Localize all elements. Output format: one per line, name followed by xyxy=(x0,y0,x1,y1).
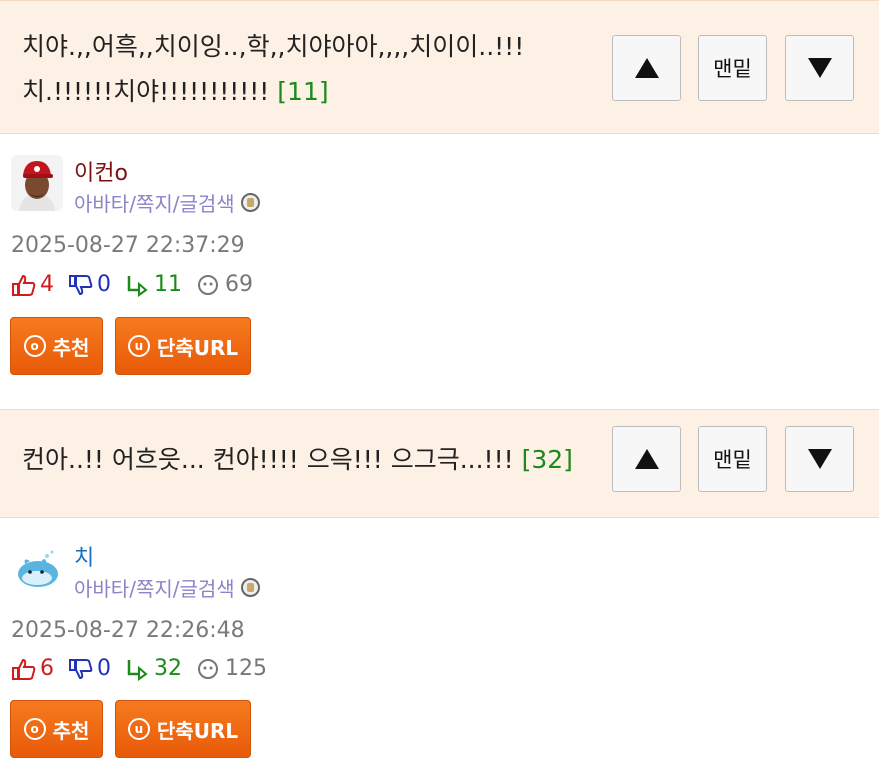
avatar[interactable] xyxy=(11,542,63,598)
post-title-line-1: 치야.,,어흑,,치이잉..,학,,치야아아,,,,치이이..!!! xyxy=(22,32,525,61)
circle-o-icon: o xyxy=(23,335,46,357)
thumbs-down-icon xyxy=(69,658,93,679)
upvote-count: 6 xyxy=(40,656,54,681)
post-title-line-1: 컨아..!! 어흐읏... 컨아!!!! 으윽!!! 으그극...!!! xyxy=(22,445,514,474)
view-stat: 125 xyxy=(196,656,267,681)
triangle-up-icon xyxy=(634,58,659,78)
scroll-up-button[interactable] xyxy=(612,35,681,101)
short-url-button[interactable]: u 단축URL xyxy=(115,317,251,375)
circle-o-icon: o xyxy=(23,718,46,740)
reply-stat-count: 32 xyxy=(154,656,182,681)
circle-u-icon: u xyxy=(127,718,150,740)
triangle-down-icon xyxy=(807,449,832,469)
downvote-count: 0 xyxy=(97,656,111,681)
user-links-text: 아바타/쪽지/글검색 xyxy=(74,192,235,216)
post-title[interactable]: 컨아..!! 어흐읏... 컨아!!!! 으윽!!! 으그극...!!! [32… xyxy=(22,437,592,482)
reply-stat-count: 11 xyxy=(154,272,182,297)
post-datetime: 2025-08-27 22:26:48 xyxy=(11,618,245,643)
thumbs-up-icon xyxy=(12,274,36,296)
username[interactable]: 치 xyxy=(74,540,94,572)
avatar[interactable] xyxy=(11,155,63,211)
upvote-stat: 4 xyxy=(11,272,54,297)
post-title-bar: 치야.,,어흑,,치이잉..,학,,치야아아,,,,치이이..!!! 치.!!!… xyxy=(0,0,879,134)
downvote-stat: 0 xyxy=(68,272,111,297)
go-bottom-button[interactable]: 맨밑 xyxy=(698,35,767,101)
reply-stat: 11 xyxy=(125,272,182,297)
lock-icon xyxy=(240,193,260,212)
scroll-up-button[interactable] xyxy=(612,426,681,492)
go-bottom-button[interactable]: 맨밑 xyxy=(698,426,767,492)
post-title[interactable]: 치야.,,어흑,,치이잉..,학,,치야아아,,,,치이이..!!! 치.!!!… xyxy=(22,24,592,114)
recommend-button[interactable]: o 추천 xyxy=(10,700,103,758)
downvote-count: 0 xyxy=(97,272,111,297)
reply-stat: 32 xyxy=(125,656,182,681)
recommend-label: 추천 xyxy=(52,718,90,743)
recommend-label: 추천 xyxy=(52,335,90,360)
thumbs-up-icon xyxy=(12,658,36,680)
post-stats: 6 0 32 125 xyxy=(11,656,281,681)
user-links[interactable]: 아바타/쪽지/글검색 xyxy=(74,188,260,217)
upvote-stat: 6 xyxy=(11,656,54,681)
post-datetime: 2025-08-27 22:37:29 xyxy=(11,233,245,258)
reply-arrow-icon xyxy=(127,659,148,681)
scroll-down-button[interactable] xyxy=(785,426,854,492)
circle-u-icon: u xyxy=(127,335,150,357)
username[interactable]: 이컨o xyxy=(74,155,128,187)
reply-arrow-icon xyxy=(127,275,148,297)
user-links-text: 아바타/쪽지/글검색 xyxy=(74,577,235,601)
short-url-button[interactable]: u 단축URL xyxy=(115,700,251,758)
upvote-count: 4 xyxy=(40,272,54,297)
user-links[interactable]: 아바타/쪽지/글검색 xyxy=(74,573,260,602)
view-count: 125 xyxy=(225,656,267,681)
triangle-down-icon xyxy=(807,58,832,78)
thumbs-down-icon xyxy=(69,274,93,295)
recommend-button[interactable]: o 추천 xyxy=(10,317,103,375)
lock-icon xyxy=(240,578,260,597)
triangle-up-icon xyxy=(634,449,659,469)
view-count: 69 xyxy=(225,272,253,297)
scroll-down-button[interactable] xyxy=(785,35,854,101)
avatar-blue-creature-icon xyxy=(11,542,63,598)
avatar-baseball-player-icon xyxy=(11,155,63,211)
post-title-line-2: 치.!!!!!!치야!!!!!!!!!!! xyxy=(22,77,270,106)
smiley-view-icon xyxy=(198,274,218,295)
post-stats: 4 0 11 69 xyxy=(11,272,267,297)
reply-count[interactable]: [32] xyxy=(522,445,573,474)
short-url-label: 단축URL xyxy=(156,335,239,360)
reply-count[interactable]: [11] xyxy=(277,77,328,106)
view-stat: 69 xyxy=(196,272,253,297)
post-title-bar: 컨아..!! 어흐읏... 컨아!!!! 으윽!!! 으그극...!!! [32… xyxy=(0,409,879,518)
downvote-stat: 0 xyxy=(68,656,111,681)
short-url-label: 단축URL xyxy=(156,718,239,743)
smiley-view-icon xyxy=(198,658,218,679)
